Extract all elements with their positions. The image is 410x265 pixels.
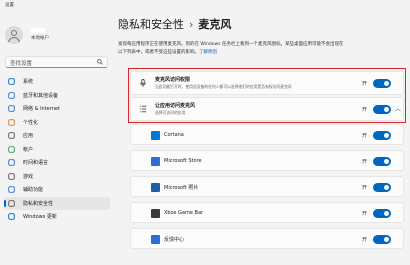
sidebar-item-9[interactable]: 隐私和安全性 xyxy=(4,196,110,210)
app-name: 反馈中心 xyxy=(164,237,185,243)
sidebar-item-label: 蓝牙和其他设备 xyxy=(23,92,59,99)
sidebar-item-label: 辅助功能 xyxy=(23,187,44,194)
microphone-access-title: 麦克风访问权限 xyxy=(155,77,191,83)
app-name: Xbox Game Bar xyxy=(164,210,204,216)
description: 发现每应用程序正在使用麦克风。到的在 Windows 任务栏上看到一个麦克风图标… xyxy=(118,41,408,56)
monitor-icon xyxy=(8,78,15,86)
app-icon xyxy=(151,209,160,218)
list-icon xyxy=(139,105,147,113)
title-bar: 设置 xyxy=(0,0,410,11)
breadcrumb-parent[interactable]: 隐私和安全性 xyxy=(118,18,184,31)
app-toggle[interactable] xyxy=(373,131,391,140)
window-title: 设置 xyxy=(5,3,14,8)
search-input[interactable]: 查找设置 xyxy=(5,56,108,68)
person-icon xyxy=(8,145,15,153)
learn-why-link[interactable]: 了解原因 xyxy=(199,50,217,55)
page-title: 麦克风 xyxy=(198,18,232,31)
sidebar-item-label: 网络 & Internet xyxy=(23,106,60,113)
app-row[interactable]: Xbox Game Bar 开 xyxy=(130,202,404,223)
search-placeholder: 查找设置 xyxy=(10,61,33,67)
sidebar-item-label: 游戏 xyxy=(23,173,34,180)
user-account-type: 本地帐户 xyxy=(31,36,49,41)
search-icon xyxy=(97,59,103,65)
app-access-subtitle: 选择可访问的应用 xyxy=(155,110,186,115)
app-name: Microsoft Store xyxy=(164,158,202,164)
shield-icon xyxy=(8,199,15,207)
description-text-1: 发现每应用程序正在使用麦克风。到的在 Windows 任务栏上看到一个麦克风图标… xyxy=(118,42,344,47)
app-row[interactable]: Cortana 开 xyxy=(130,124,404,145)
microphone-access-state: 开 xyxy=(361,81,367,87)
sidebar-item-label: 帐户 xyxy=(23,146,34,153)
sidebar-item-1[interactable]: 蓝牙和其他设备 xyxy=(4,89,110,103)
sidebar-item-label: Windows 更新 xyxy=(23,214,57,221)
app-row[interactable]: Microsoft Store 开 xyxy=(130,150,404,171)
accessibility-icon xyxy=(8,186,15,194)
microphone-access-card[interactable]: 麦克风访问权限 当此功能打开时，使用此设备的任何人都可以选择他们的应用是否有权访… xyxy=(130,71,404,95)
app-toggle[interactable] xyxy=(373,157,391,166)
app-name: Microsoft 照片 xyxy=(164,185,199,191)
main-pane: 隐私和安全性 › 麦克风 发现每应用程序正在使用麦克风。到的在 Windows 任务… xyxy=(112,11,410,265)
sidebar: 本地帐户 查找设置 系统蓝牙和其他设备 网络 & Internet 个性化应用帐户时… xyxy=(0,11,112,265)
avatar[interactable] xyxy=(5,26,23,44)
app-toggle[interactable] xyxy=(373,183,391,192)
breadcrumb: 隐私和安全性 › 麦克风 xyxy=(118,16,231,32)
app-icon xyxy=(151,157,160,166)
sidebar-item-label: 应用 xyxy=(23,133,34,140)
app-access-card[interactable]: 让应用访问麦克风 选择可访问的应用 开 ︿ xyxy=(130,97,404,121)
microphone-icon xyxy=(140,79,146,87)
chevron-up-icon[interactable]: ︿ xyxy=(395,104,401,113)
app-icon xyxy=(151,235,160,244)
bluetooth-icon xyxy=(8,91,15,99)
gamepad-icon xyxy=(8,172,15,180)
app-access-state: 开 xyxy=(361,107,367,113)
user-name-redacted xyxy=(31,28,45,33)
sidebar-item-0[interactable]: 系统 xyxy=(4,75,110,89)
app-icon xyxy=(151,183,160,192)
sidebar-item-7[interactable]: 游戏 xyxy=(4,170,110,184)
sidebar-item-2[interactable]: 网络 & Internet xyxy=(4,102,110,116)
app-row[interactable]: Microsoft 照片 开 xyxy=(130,176,404,197)
app-state: 开 xyxy=(361,211,367,217)
wifi-icon xyxy=(8,105,15,113)
sidebar-item-label: 时间和语言 xyxy=(23,160,49,167)
breadcrumb-separator: › xyxy=(189,18,194,31)
app-toggle[interactable] xyxy=(373,209,391,218)
sidebar-item-10[interactable]: Windows 更新 xyxy=(4,210,110,224)
description-text-2: 以下列表中，或者不受这些设置的影响。 xyxy=(118,49,199,55)
app-state: 开 xyxy=(361,133,367,139)
sidebar-item-8[interactable]: 辅助功能 xyxy=(4,183,110,197)
app-state: 开 xyxy=(361,185,367,191)
app-state: 开 xyxy=(361,237,367,243)
nav-list: 系统蓝牙和其他设备 网络 & Internet 个性化应用帐户时间和语言游戏辅助功能… xyxy=(4,75,110,224)
microphone-access-subtitle: 当此功能打开时，使用此设备的任何人都可以选择他们的应用是否有权访问麦克风 xyxy=(155,84,292,89)
app-toggle[interactable] xyxy=(373,235,391,244)
globe-clock-icon xyxy=(8,159,15,167)
app-row[interactable]: 反馈中心 开 xyxy=(130,228,404,249)
app-state: 开 xyxy=(361,159,367,165)
app-access-title: 让应用访问麦克风 xyxy=(155,103,196,109)
app-access-toggle[interactable] xyxy=(373,105,391,114)
app-name: Cortana xyxy=(164,132,184,138)
sidebar-item-6[interactable]: 时间和语言 xyxy=(4,156,110,170)
sidebar-item-5[interactable]: 帐户 xyxy=(4,143,110,157)
brush-icon xyxy=(8,118,15,126)
apps-icon xyxy=(8,132,15,140)
sidebar-item-label: 个性化 xyxy=(23,119,39,126)
sidebar-item-3[interactable]: 个性化 xyxy=(4,116,110,130)
microphone-access-toggle[interactable] xyxy=(373,79,391,88)
update-icon xyxy=(8,213,15,221)
sidebar-item-label: 系统 xyxy=(23,79,34,86)
sidebar-item-4[interactable]: 应用 xyxy=(4,129,110,143)
app-icon xyxy=(151,131,160,140)
sidebar-item-label: 隐私和安全性 xyxy=(23,200,54,207)
